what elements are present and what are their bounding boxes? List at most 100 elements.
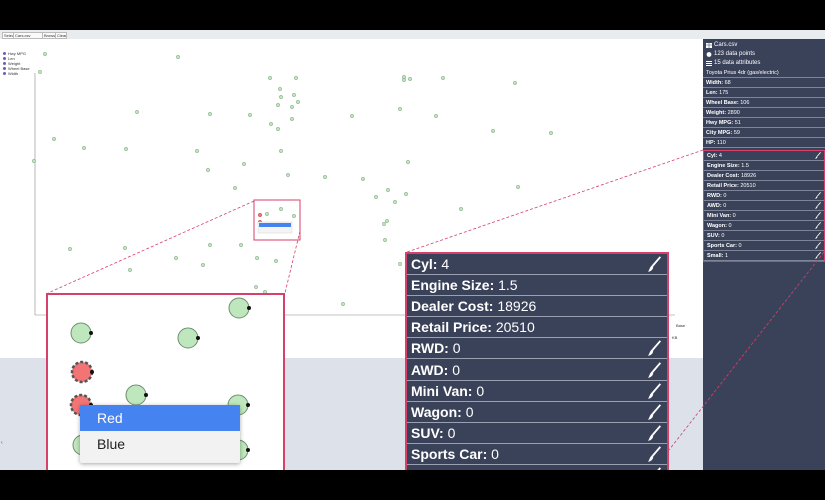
data-point[interactable] (398, 107, 402, 111)
data-point[interactable] (254, 285, 258, 289)
brush-icon[interactable] (815, 252, 821, 259)
brush-icon[interactable] (648, 382, 661, 399)
data-point[interactable] (279, 149, 283, 153)
data-point[interactable] (242, 162, 246, 166)
data-point[interactable] (296, 100, 300, 104)
menu-item-red[interactable]: Red (80, 405, 240, 431)
brush-icon[interactable] (648, 361, 661, 378)
data-point[interactable] (294, 76, 298, 80)
clear-button[interactable]: Clear (55, 32, 67, 39)
brush-icon[interactable] (648, 424, 661, 441)
points-row: 123 data points (703, 50, 825, 59)
data-point[interactable] (38, 70, 42, 74)
data-point[interactable] (290, 117, 294, 121)
data-point[interactable] (278, 87, 282, 91)
attribute-row: Weight: 2890 (703, 108, 825, 118)
data-point[interactable] (32, 159, 36, 163)
data-point[interactable] (361, 177, 365, 181)
data-point[interactable] (408, 77, 412, 81)
data-point[interactable] (265, 212, 269, 216)
file-input[interactable]: Cars.csv (13, 32, 43, 39)
attribute-value: 20510 (740, 182, 756, 189)
selection-box[interactable] (253, 199, 301, 241)
data-point[interactable] (82, 146, 86, 150)
data-point[interactable] (268, 76, 272, 80)
data-point[interactable] (201, 263, 205, 267)
brushed-data-point[interactable] (258, 212, 263, 217)
attribute-label: Cyl: (411, 256, 438, 273)
data-point[interactable] (382, 222, 386, 226)
data-point[interactable] (174, 256, 178, 260)
data-point[interactable] (123, 246, 127, 250)
brush-icon[interactable] (648, 446, 661, 462)
data-point[interactable] (290, 105, 294, 109)
data-point[interactable] (406, 160, 410, 164)
data-point[interactable] (385, 219, 389, 223)
data-point[interactable] (341, 302, 345, 306)
data-point[interactable] (206, 168, 210, 172)
data-point[interactable] (286, 173, 290, 177)
brush-icon[interactable] (648, 340, 661, 357)
brush-icon[interactable] (815, 242, 821, 249)
data-point[interactable] (233, 186, 237, 190)
brush-icon[interactable] (815, 232, 821, 239)
data-point[interactable] (292, 93, 296, 97)
data-point[interactable] (516, 185, 520, 189)
menu-item-blue[interactable]: Blue (80, 431, 240, 457)
data-point[interactable] (402, 78, 406, 82)
brush-icon[interactable] (648, 467, 661, 470)
attribute-label: Sports Car: (707, 242, 737, 249)
data-point[interactable] (386, 188, 390, 192)
data-point[interactable] (398, 262, 402, 266)
brush-icon[interactable] (648, 256, 661, 272)
data-point[interactable] (434, 114, 438, 118)
attribute-label: SUV: (411, 424, 444, 441)
data-point[interactable] (52, 137, 56, 141)
data-point[interactable] (135, 110, 139, 114)
data-point[interactable] (208, 112, 212, 116)
data-point[interactable] (513, 81, 517, 85)
data-point[interactable] (248, 113, 252, 117)
data-point[interactable] (128, 268, 132, 272)
attribute-value: 110 (717, 139, 726, 146)
attribute-row: Wheel Base: 106 (703, 98, 825, 108)
attribute-label: Hwy MPG: (706, 119, 734, 126)
data-point[interactable] (549, 131, 553, 135)
data-point[interactable] (274, 259, 278, 263)
browse-button[interactable]: Browse (42, 32, 56, 39)
attribute-value: 0 (732, 212, 736, 219)
data-point[interactable] (459, 207, 463, 211)
data-point[interactable] (43, 52, 47, 56)
attribute-value: 59 (733, 129, 740, 136)
data-point[interactable] (491, 129, 495, 133)
data-point[interactable] (383, 238, 387, 242)
data-point[interactable] (176, 55, 180, 59)
data-point[interactable] (124, 147, 128, 151)
data-point[interactable] (208, 243, 212, 247)
data-point[interactable] (279, 207, 283, 211)
data-point[interactable] (374, 195, 378, 199)
data-point[interactable] (276, 127, 280, 131)
data-point[interactable] (195, 149, 199, 153)
data-point[interactable] (276, 103, 280, 107)
legend-item[interactable]: Width (3, 71, 30, 76)
data-point[interactable] (279, 95, 283, 99)
brush-icon[interactable] (815, 222, 821, 229)
brush-icon[interactable] (648, 403, 661, 420)
data-point[interactable] (255, 256, 259, 260)
data-point[interactable] (441, 76, 445, 80)
brush-icon[interactable] (815, 202, 821, 209)
data-point[interactable] (404, 192, 408, 196)
data-point[interactable] (269, 122, 273, 126)
attribute-row: Sports Car: 0 (704, 241, 824, 251)
data-point[interactable] (350, 114, 354, 118)
data-point[interactable] (292, 214, 296, 218)
brush-icon[interactable] (815, 152, 821, 159)
data-point[interactable] (68, 247, 72, 251)
data-point[interactable] (239, 243, 243, 247)
data-point[interactable] (323, 175, 327, 179)
data-point[interactable] (393, 200, 397, 204)
brush-icon[interactable] (815, 212, 821, 219)
brush-icon[interactable] (815, 192, 821, 199)
collapse-handle-icon[interactable]: ‹ (1, 440, 3, 446)
